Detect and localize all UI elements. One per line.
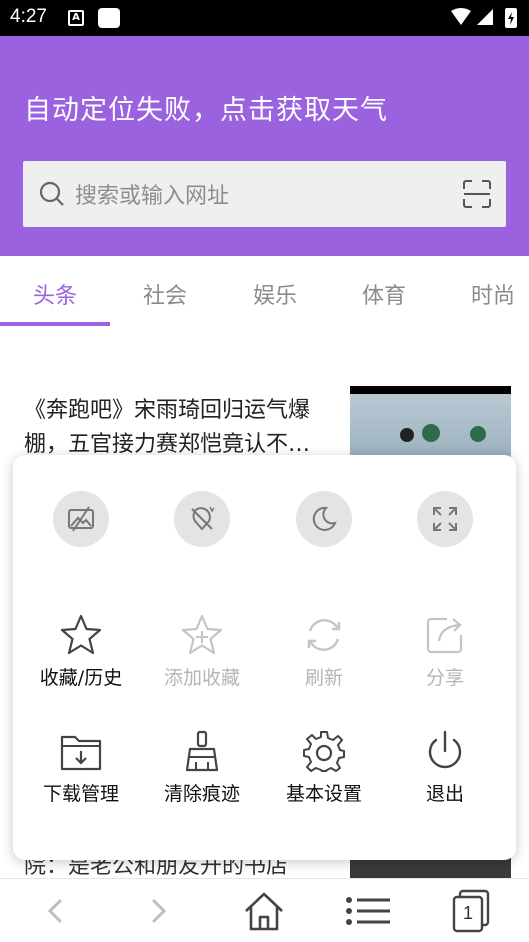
share-button[interactable]: 分享	[385, 613, 505, 690]
forward-icon[interactable]	[136, 887, 184, 935]
weather-text[interactable]: 自动定位失败，点击获取天气	[24, 88, 388, 127]
add-favorite-label: 添加收藏	[163, 667, 240, 689]
tab-headlines[interactable]: 头条	[0, 278, 110, 310]
system-status-icons	[451, 8, 517, 28]
share-label: 分享	[425, 667, 464, 689]
broom-icon	[185, 730, 219, 772]
refresh-icon	[307, 619, 341, 651]
star-plus-icon	[181, 614, 223, 655]
status-bar: 4:27 A	[0, 0, 529, 36]
star-icon	[60, 614, 102, 655]
category-tabs: 头条 社会 娱乐 体育 时尚	[0, 256, 529, 328]
search-icon	[39, 181, 64, 206]
browser-screen: 4:27 A 自动定位失败，点击获取天气 搜索或输入网址 头条 社会 娱乐 体育…	[0, 0, 529, 942]
search-bar[interactable]: 搜索或输入网址	[23, 161, 506, 227]
exit-label: 退出	[425, 783, 464, 805]
search-input[interactable]: 搜索或输入网址	[75, 178, 229, 210]
tab-entertainment[interactable]: 娱乐	[220, 278, 330, 310]
no-image-icon[interactable]	[53, 491, 109, 547]
no-ads-icon[interactable]	[174, 491, 230, 547]
exit-button[interactable]: 退出	[385, 729, 505, 806]
night-mode-icon[interactable]	[296, 491, 352, 547]
status-time: 4:27	[10, 6, 47, 27]
gear-icon	[303, 731, 345, 772]
bottom-nav: 1	[0, 878, 529, 942]
header: 自动定位失败，点击获取天气 搜索或输入网址	[0, 36, 529, 256]
scan-icon[interactable]	[462, 179, 492, 209]
tab-society[interactable]: 社会	[110, 278, 220, 310]
clear-traces-button[interactable]: 清除痕迹	[142, 729, 262, 806]
refresh-label: 刷新	[304, 667, 343, 689]
basic-settings-button[interactable]: 基本设置	[264, 729, 384, 806]
power-icon	[428, 730, 462, 769]
clear-traces-label: 清除痕迹	[163, 783, 240, 805]
news-title[interactable]: 《奔跑吧》宋雨琦回归运气爆棚，五官接力赛郑恺竟认不…	[24, 394, 334, 462]
overflow-menu: 收藏/历史 添加收藏 刷新 分享 下载管理 清除痕迹 基本设置 退出	[13, 455, 516, 860]
active-tab-indicator	[0, 322, 110, 326]
menu-list-icon[interactable]	[344, 887, 392, 935]
home-icon[interactable]	[240, 887, 288, 935]
favorites-history-label: 收藏/历史	[39, 667, 123, 689]
back-icon[interactable]	[30, 887, 78, 935]
download-folder-icon	[60, 735, 102, 771]
tab-sports[interactable]: 体育	[329, 278, 439, 310]
tabs-button[interactable]: 1	[448, 887, 496, 935]
notification-a-icon: A	[68, 10, 84, 26]
download-manager-label: 下载管理	[42, 783, 119, 805]
tab-fashion[interactable]: 时尚	[438, 278, 529, 310]
share-icon	[426, 617, 463, 654]
download-manager-button[interactable]: 下载管理	[21, 729, 141, 806]
fullscreen-icon[interactable]	[417, 491, 473, 547]
basic-settings-label: 基本设置	[285, 783, 362, 805]
add-favorite-button[interactable]: 添加收藏	[142, 613, 262, 690]
notification-icon	[98, 8, 120, 28]
refresh-button[interactable]: 刷新	[264, 613, 384, 690]
favorites-history-button[interactable]: 收藏/历史	[21, 613, 141, 690]
tab-count: 1	[462, 903, 473, 923]
